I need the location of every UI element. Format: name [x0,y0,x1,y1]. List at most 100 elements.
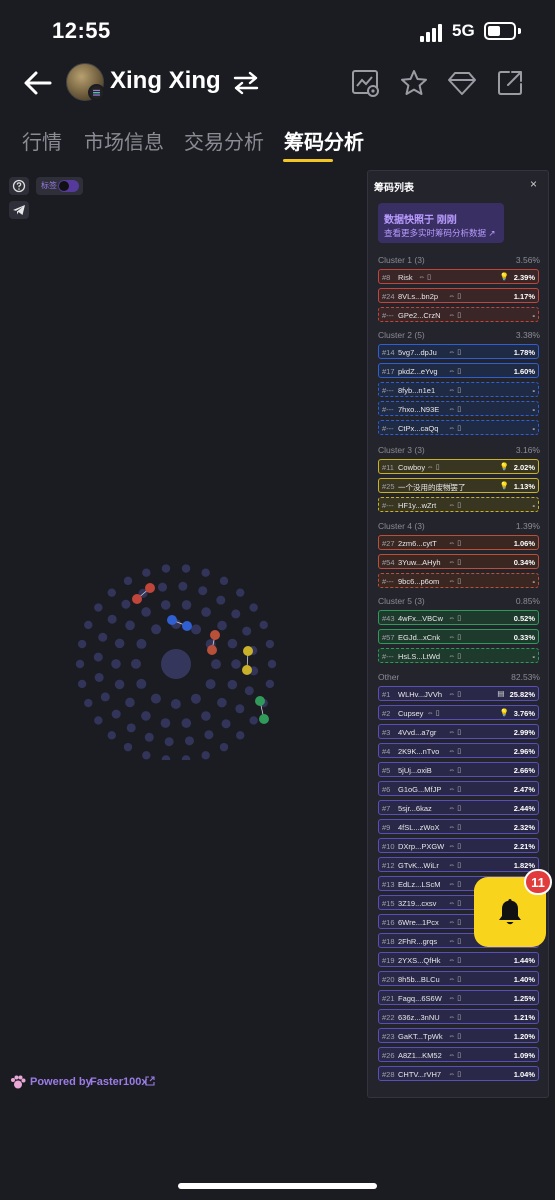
link-copy-icon[interactable]: ⇔ ▯ [448,766,461,774]
link-copy-icon[interactable]: ⇔ ▯ [448,1013,461,1021]
link-copy-icon[interactable]: ⇔ ▯ [448,785,461,793]
holder-bubble[interactable] [227,638,238,649]
holder-bubble[interactable] [265,679,275,689]
back-arrow-icon[interactable] [20,65,56,101]
holder-bubble[interactable] [93,652,103,662]
link-copy-icon[interactable]: ⇔ ▯ [448,367,461,375]
holder-address[interactable]: 5vg7...dpJu [398,348,437,357]
holder-bubble[interactable] [244,686,254,696]
link-copy-icon[interactable]: ⇔ ▯ [448,861,461,869]
holder-bubble[interactable] [158,582,168,592]
holder-bubble[interactable] [131,658,142,669]
holder-row[interactable]: #4 2K9K...nTvo ⇔ ▯ 2.96% [378,743,539,758]
chart-watch-icon[interactable] [351,68,381,98]
holder-bubble[interactable] [201,607,211,617]
holder-bubble[interactable] [265,639,275,649]
link-copy-icon[interactable]: ⇔ ▯ [448,577,461,585]
holder-address[interactable]: CtPx...caQq [398,424,438,433]
link-copy-icon[interactable]: ⇔ ▯ [448,975,461,983]
holder-bubble[interactable] [181,718,192,728]
holder-row[interactable]: #27 2zm6...cytT ⇔ ▯ 1.06% [378,535,539,550]
link-copy-icon[interactable]: ⇔ ▯ [448,994,461,1002]
holder-address[interactable]: Risk [398,273,413,282]
holder-bubble[interactable] [141,711,151,721]
holder-bubble[interactable] [94,716,103,725]
link-copy-icon[interactable]: ⇔ ▯ [448,747,461,755]
holder-row[interactable]: #--- 7hxo...N93E ⇔ ▯ - [378,401,539,416]
holder-bubble[interactable] [123,742,133,752]
holder-row[interactable]: #--- HF1y...wZrt ⇔ ▯ - [378,497,539,512]
holder-address[interactable]: 5jUj...oxiB [398,766,432,775]
holder-bubble[interactable] [259,620,268,630]
holder-bubble[interactable] [170,698,181,709]
cluster-1-bubble[interactable] [145,583,155,593]
holder-row[interactable]: #43 4wFx...VBCw ⇔ ▯ 0.52% [378,610,539,625]
link-copy-icon[interactable]: ⇔ ▯ [448,880,461,888]
holder-bubble[interactable] [75,659,85,669]
holder-row[interactable]: #12 GTvK...WiLr ⇔ ▯ 1.82% [378,857,539,872]
link-copy-icon[interactable]: ⇔ ▯ [448,633,461,641]
holder-row[interactable]: #11 Cowboy ⇔ ▯ 💡 2.02% [378,459,539,474]
holder-bubble[interactable] [236,731,245,740]
holder-bubble[interactable] [267,659,277,669]
holder-address[interactable]: CHTV...rVH7 [398,1070,441,1079]
holder-row[interactable]: #6 G1oG...MfJP ⇔ ▯ 2.47% [378,781,539,796]
holder-bubble[interactable] [161,649,191,679]
holder-bubble[interactable] [136,638,147,649]
holder-bubble[interactable] [141,607,151,617]
bubble-map-canvas[interactable]: 标签 Powered by Faster100x 筹码列表 × 数据快照于 刚刚… [0,170,555,1155]
cluster-header[interactable]: Cluster 4 (3) 1.39% [378,521,540,533]
holder-address[interactable]: 8h5b...BLCu [398,975,440,984]
holder-row[interactable]: #1 WLHv...JVVh ⇔ ▯ ▤ 25.82% [378,686,539,701]
holder-row[interactable]: #28 CHTV...rVH7 ⇔ ▯ 1.04% [378,1066,539,1081]
cluster-5-bubble[interactable] [259,714,269,724]
diamond-icon[interactable] [447,68,477,98]
holder-bubble[interactable] [231,609,241,619]
link-copy-icon[interactable]: ⇔ ▯ [448,292,461,300]
holder-row[interactable]: #17 pkdZ...eYvg ⇔ ▯ 1.60% [378,363,539,378]
cluster-2-bubble[interactable] [182,621,192,631]
holder-row[interactable]: #14 5vg7...dpJu ⇔ ▯ 1.78% [378,344,539,359]
holder-address[interactable]: EGJd...xCnk [398,633,440,642]
link-copy-icon[interactable]: ⇔ ▯ [448,1032,461,1040]
tab-chip-analysis[interactable]: 筹码分析 [284,126,364,155]
holder-bubble[interactable] [190,693,201,704]
snapshot-banner[interactable]: 数据快照于 刚刚 查看更多实时筹码分析数据 ↗ [378,203,504,243]
holder-address[interactable]: A8Z1...KM52 [398,1051,442,1060]
holder-bubble[interactable] [142,568,151,577]
label-toggle[interactable]: 标签 [36,177,83,195]
holder-bubble[interactable] [84,620,93,630]
holder-row[interactable]: #9 4fSL...zWoX ⇔ ▯ 2.32% [378,819,539,834]
holder-bubble[interactable] [123,576,133,586]
holder-bubble[interactable] [227,679,238,690]
holder-address[interactable]: GaKT...TpWk [398,1032,443,1041]
holder-row[interactable]: #--- 9bc6...p6om ⇔ ▯ - [378,573,539,588]
holder-bubble[interactable] [98,632,108,642]
holder-row[interactable]: #57 EGJd...xCnk ⇔ ▯ 0.33% [378,629,539,644]
holder-address[interactable]: 4wFx...VBCw [398,614,443,623]
powered-brand[interactable]: Faster100x [90,1076,148,1088]
cluster-header[interactable]: Cluster 1 (3) 3.56% [378,255,540,267]
link-copy-icon[interactable]: ⇔ ▯ [448,348,461,356]
holder-row[interactable]: #22 636z...3nNU ⇔ ▯ 1.21% [378,1009,539,1024]
holder-address[interactable]: pkdZ...eYvg [398,367,438,376]
holder-bubble[interactable] [221,719,231,729]
cluster-header[interactable]: Cluster 2 (5) 3.38% [378,330,540,342]
holder-row[interactable]: #25 一个没用的废物罢了 ⇔ ▯ 💡 1.13% [378,478,539,493]
link-copy-icon[interactable]: ⇔ ▯ [448,501,461,509]
holder-bubble[interactable] [249,716,258,725]
cluster-header[interactable]: Other 82.53% [378,672,540,684]
snapshot-link[interactable]: 查看更多实时筹码分析数据 ↗ [384,227,496,239]
holder-bubble[interactable] [111,659,121,669]
link-copy-icon[interactable]: ⇔ ▯ [448,690,461,698]
holder-bubble[interactable] [181,755,191,760]
holder-bubble[interactable] [236,588,245,597]
holder-address[interactable]: 2FhR...grqs [398,937,437,946]
holder-address[interactable]: GPe2...CrzN [398,311,441,320]
holder-bubble[interactable] [164,737,174,747]
holder-bubble[interactable] [107,614,117,624]
link-copy-icon[interactable]: ⇔ ▯ [448,558,461,566]
holder-bubble[interactable] [217,620,227,631]
holder-address[interactable]: 8VLs...bn2p [398,292,438,301]
holder-address[interactable]: 3Yuw...AHyh [398,558,441,567]
